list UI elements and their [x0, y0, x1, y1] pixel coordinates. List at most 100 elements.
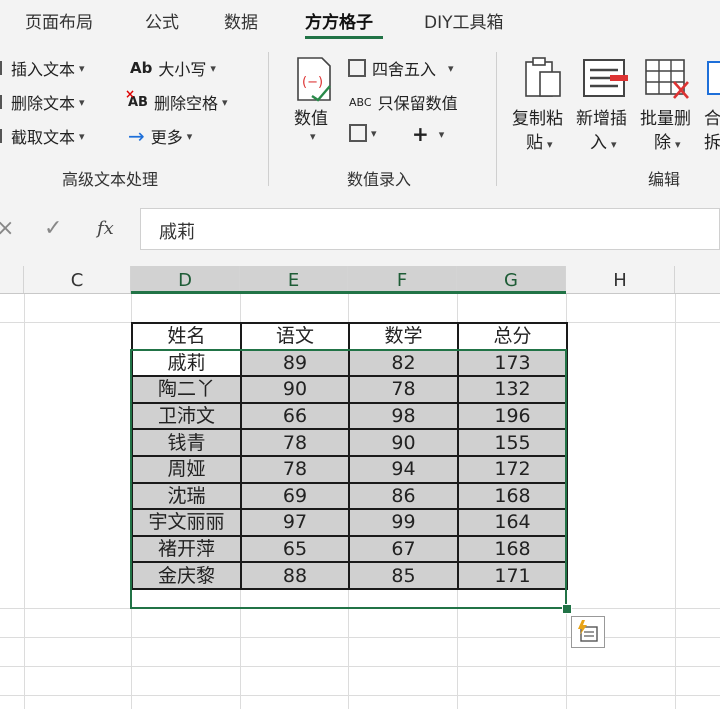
- insert-rows-icon: [583, 59, 628, 97]
- cell[interactable]: 172: [457, 454, 568, 484]
- cell-name[interactable]: 周娅: [131, 454, 242, 484]
- cell[interactable]: 196: [457, 401, 568, 431]
- cell[interactable]: 78: [240, 454, 350, 484]
- trim-spaces-icon: × AB: [125, 86, 148, 110]
- table-row: 宇文丽丽 97 99 164: [131, 508, 568, 537]
- chevron-down-icon: ▾: [675, 138, 681, 151]
- cell[interactable]: 90: [348, 428, 459, 457]
- table-row: 卫沛文 66 98 196: [131, 401, 568, 431]
- column-header-e[interactable]: E: [240, 266, 348, 293]
- cell[interactable]: 88: [240, 561, 350, 590]
- copy-paste-button[interactable]: 复制粘 贴 ▾: [512, 56, 572, 156]
- cell-name[interactable]: 钱青: [131, 428, 242, 457]
- edit-cell-icon: [349, 124, 367, 142]
- quick-analysis-button[interactable]: [571, 616, 605, 648]
- column-header-i[interactable]: [675, 266, 720, 293]
- quick-analysis-icon: [578, 620, 598, 642]
- chevron-down-icon: ▾: [448, 61, 454, 75]
- plus-button[interactable]: + ▾: [412, 122, 444, 146]
- copy-paste-icon: [525, 57, 561, 97]
- chevron-down-icon: ▾: [611, 138, 617, 151]
- formula-input[interactable]: 戚莉: [140, 208, 720, 250]
- table-row: 褚开萍 65 67 168: [131, 534, 568, 564]
- cell[interactable]: 155: [457, 428, 568, 457]
- tab-data[interactable]: 数据: [224, 8, 258, 33]
- tab-formulas[interactable]: 公式: [145, 8, 179, 33]
- cell[interactable]: 69: [240, 481, 350, 511]
- extract-text-button[interactable]: 截取文本 ▾: [0, 124, 85, 148]
- cell[interactable]: 98: [348, 401, 459, 431]
- cell[interactable]: 85: [348, 561, 459, 590]
- round-icon: [348, 59, 366, 77]
- round-button[interactable]: 四舍五入 ▾: [348, 56, 454, 80]
- cell[interactable]: 173: [457, 348, 568, 378]
- extract-text-icon: [0, 129, 8, 143]
- column-header-d[interactable]: D: [131, 266, 240, 293]
- cell[interactable]: 164: [457, 508, 568, 537]
- table-row: 周娅 78 94 172: [131, 454, 568, 484]
- chevron-down-icon: ▾: [79, 129, 85, 143]
- cell[interactable]: 78: [348, 375, 459, 404]
- gridline: [0, 666, 720, 667]
- gridline: [24, 294, 25, 709]
- active-tab-indicator: [305, 36, 383, 39]
- column-header-h[interactable]: H: [566, 266, 675, 293]
- group-label-edit: 编辑: [648, 170, 681, 189]
- header-cell-name[interactable]: 姓名: [131, 322, 242, 351]
- tab-fangfang[interactable]: 方方格子: [305, 8, 373, 33]
- case-button[interactable]: Ab 大小写 ▾: [130, 56, 216, 80]
- insert-rows-button[interactable]: 新增插 入 ▾: [576, 56, 636, 156]
- chevron-down-icon: ▾: [79, 95, 85, 109]
- cell[interactable]: 78: [240, 428, 350, 457]
- cell-name[interactable]: 戚莉: [131, 348, 242, 378]
- insert-function-icon[interactable]: fx: [97, 218, 114, 239]
- header-cell-math[interactable]: 数学: [348, 322, 459, 351]
- cell[interactable]: 168: [457, 481, 568, 511]
- numeric-button[interactable]: (−) 数值 ▾: [292, 56, 338, 156]
- chevron-down-icon: ▾: [371, 126, 377, 140]
- cell[interactable]: 89: [240, 348, 350, 378]
- tab-diy-toolbox[interactable]: DIY工具箱: [424, 8, 504, 33]
- cell[interactable]: 97: [240, 508, 350, 537]
- merge-split-icon: [707, 61, 720, 95]
- cell[interactable]: 65: [240, 534, 350, 564]
- cell[interactable]: 94: [348, 454, 459, 484]
- column-header-c[interactable]: C: [24, 266, 131, 293]
- fill-handle[interactable]: [562, 604, 572, 614]
- more-button[interactable]: → 更多 ▾: [128, 124, 192, 148]
- column-header-f[interactable]: F: [348, 266, 457, 293]
- cell[interactable]: 132: [457, 375, 568, 404]
- cell-name[interactable]: 陶二丫: [131, 375, 242, 404]
- edit-cell-button[interactable]: ▾: [349, 124, 377, 142]
- cell[interactable]: 66: [240, 401, 350, 431]
- cell[interactable]: 90: [240, 375, 350, 404]
- cell-name[interactable]: 金庆黎: [131, 561, 242, 590]
- cell-name[interactable]: 褚开萍: [131, 534, 242, 564]
- cell[interactable]: 168: [457, 534, 568, 564]
- header-cell-total[interactable]: 总分: [457, 322, 568, 351]
- delete-text-button[interactable]: 删除文本 ▾: [0, 90, 85, 114]
- gridline: [675, 294, 676, 709]
- cancel-icon[interactable]: ×: [0, 216, 14, 241]
- column-header-b[interactable]: [0, 266, 24, 293]
- insert-text-button[interactable]: 插入文本 ▾: [0, 56, 85, 80]
- cell[interactable]: 82: [348, 348, 459, 378]
- formula-value: 戚莉: [159, 222, 195, 243]
- table-row: 戚莉 89 82 173: [131, 348, 568, 378]
- batch-delete-button[interactable]: 批量删 除 ▾: [640, 56, 700, 156]
- cell[interactable]: 67: [348, 534, 459, 564]
- cell-name[interactable]: 沈瑞: [131, 481, 242, 511]
- trim-spaces-button[interactable]: × AB 删除空格 ▾: [125, 86, 228, 114]
- header-cell-chinese[interactable]: 语文: [240, 322, 350, 351]
- tab-page-layout[interactable]: 页面布局: [25, 8, 93, 33]
- cell-name[interactable]: 宇文丽丽: [131, 508, 242, 537]
- keep-values-button[interactable]: ABC 只保留数值: [349, 90, 458, 114]
- cell[interactable]: 99: [348, 508, 459, 537]
- cell-name[interactable]: 卫沛文: [131, 401, 242, 431]
- cell[interactable]: 86: [348, 481, 459, 511]
- score-table: 姓名 语文 数学 总分 戚莉 89 82 173 陶二丫 90 78 132 卫沛文 66 98…: [131, 322, 568, 590]
- merge-split-button[interactable]: 合 拆: [702, 56, 720, 156]
- cell[interactable]: 171: [457, 561, 568, 590]
- column-header-g[interactable]: G: [457, 266, 566, 293]
- confirm-icon[interactable]: ✓: [44, 216, 62, 241]
